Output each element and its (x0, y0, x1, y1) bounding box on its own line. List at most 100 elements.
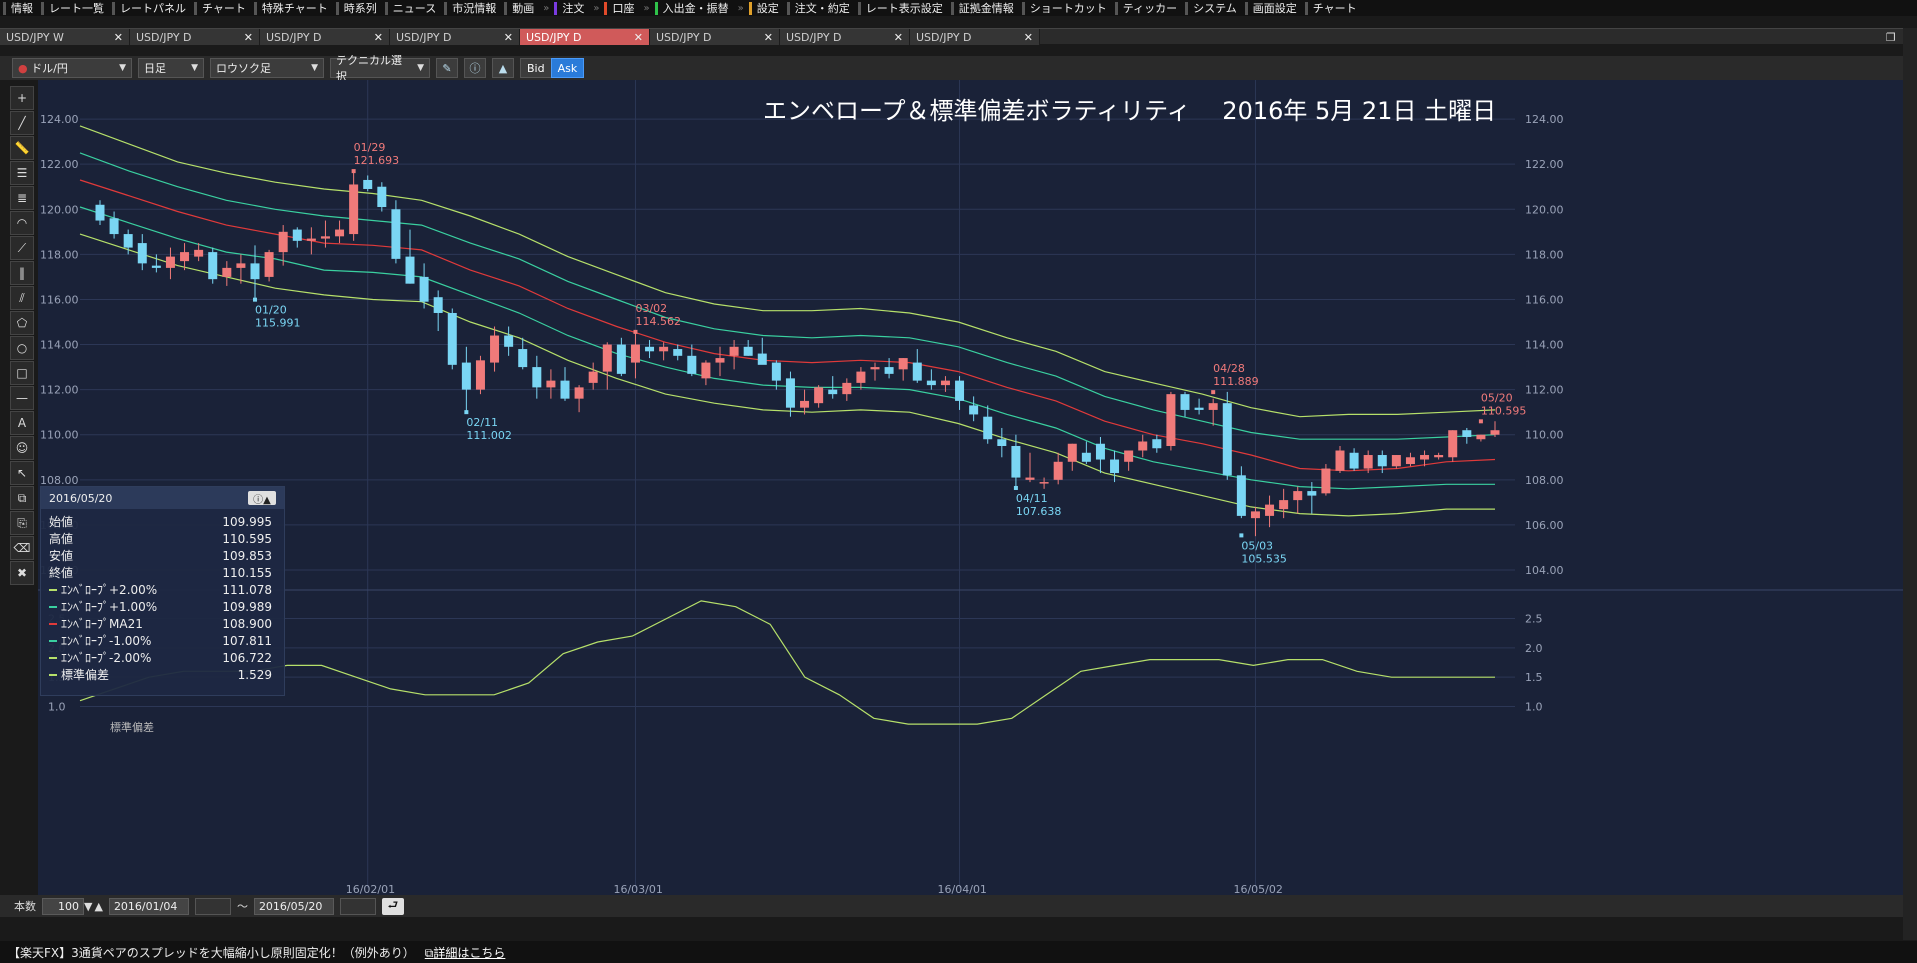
circle-tool[interactable]: ○ (10, 336, 34, 360)
chart-tab[interactable]: USD/JPY D ✕ (260, 29, 390, 45)
from-date-input[interactable]: 2016/01/04 (108, 897, 189, 915)
tab-close-icon[interactable]: ✕ (244, 31, 253, 44)
menu-item[interactable]: 注文 (551, 0, 589, 16)
count-down-icon[interactable]: ▼ (84, 900, 92, 913)
chart-tab[interactable]: USD/JPY D ✕ (390, 29, 520, 45)
menu-label: 市況情報 (452, 2, 497, 15)
copy-tool[interactable]: ⧉ (10, 486, 34, 510)
tab-close-icon[interactable]: ✕ (114, 31, 123, 44)
menu-item[interactable]: 画面設定 (1242, 0, 1302, 16)
hline-tool[interactable]: ☰ (10, 161, 34, 185)
icon-tool[interactable]: ☺ (10, 436, 34, 460)
candle-body (645, 346, 655, 352)
count-label: 本数 (14, 900, 36, 913)
tab-close-icon[interactable]: ✕ (1024, 31, 1033, 44)
candle-body (814, 387, 824, 404)
menu-item[interactable]: 口座 (601, 0, 639, 16)
crosshair-tool[interactable]: + (10, 86, 34, 110)
menu-item[interactable]: 設定 (746, 0, 784, 16)
annotation-date: 01/20 (255, 304, 287, 317)
channel-tool[interactable]: ⫽ (10, 286, 34, 310)
y-tick-label-right: 124.00 (1525, 113, 1564, 126)
pointer-tool[interactable]: ↖ (10, 461, 34, 485)
rectangle-tool[interactable]: □ (10, 361, 34, 385)
menu-item[interactable]: レートパネル (109, 0, 191, 16)
to-time-input[interactable] (339, 897, 376, 915)
pen-tool-button[interactable]: ✎ (436, 58, 458, 78)
to-date-input[interactable]: 2016/05/20 (253, 897, 334, 915)
menu-item[interactable]: レート表示設定 (855, 0, 948, 16)
candle-body (1279, 500, 1289, 510)
legend-line (49, 622, 57, 625)
bid-button[interactable]: Bid (520, 58, 552, 78)
menu-item[interactable]: チャート (1302, 0, 1362, 16)
menu-item[interactable]: チャート (191, 0, 251, 16)
tab-close-icon[interactable]: ✕ (504, 31, 513, 44)
menu-marker (444, 1, 448, 15)
menu-item[interactable]: 入出金・振替 (652, 0, 734, 16)
trendline-tool[interactable]: ╱ (10, 111, 34, 135)
circle-icon: ○ (16, 341, 28, 355)
menu-item[interactable]: 時系列 (333, 0, 382, 16)
text-tool[interactable]: A (10, 411, 34, 435)
candle-body (715, 358, 725, 363)
fibonacci-tool[interactable]: ≣ (10, 186, 34, 210)
menu-marker (654, 1, 658, 15)
apply-range-button[interactable]: ⮐ (381, 897, 404, 915)
vertical-scrollbar[interactable] (1903, 28, 1917, 940)
chart-style-button[interactable]: ▲ (492, 58, 514, 78)
info-button[interactable]: ⓘ (464, 58, 486, 78)
menu-item[interactable]: ニュース (382, 0, 441, 16)
details-link[interactable]: ⧉詳細はこちら (425, 944, 506, 961)
info-row: 始値 109.995 (41, 513, 284, 530)
menu-item[interactable]: システム (1182, 0, 1242, 16)
y-tick-label-right: 120.00 (1525, 203, 1564, 216)
info-toggle-button[interactable]: ⓘ▲ (248, 491, 276, 506)
chart-tab[interactable]: USD/JPY D ✕ (780, 29, 910, 45)
clear-tool[interactable]: ✖ (10, 561, 34, 585)
count-input[interactable]: 100 (42, 897, 84, 915)
menu-item[interactable]: ティッカー (1112, 0, 1182, 16)
count-up-icon[interactable]: ▲ (94, 900, 102, 913)
technical-select[interactable]: テクニカル選択 ▼ (330, 54, 430, 83)
menu-item[interactable]: 市況情報 (441, 0, 501, 16)
chart-tab[interactable]: USD/JPY W ✕ (0, 29, 130, 45)
tab-close-icon[interactable]: ✕ (764, 31, 773, 44)
tab-label: USD/JPY D (656, 30, 712, 44)
vlines-tool[interactable]: ‖ (10, 261, 34, 285)
menu-item[interactable]: レート一覧 (38, 0, 109, 16)
menu-item[interactable]: 特殊チャート (251, 0, 333, 16)
ask-button[interactable]: Ask (550, 58, 585, 78)
currency-pair-select[interactable]: ● ドル/円 ▼ (12, 58, 132, 78)
period-select[interactable]: 日足 ▼ (138, 58, 204, 78)
candle-body (109, 218, 119, 235)
range-bar: 本数 100 ▼ ▲ 2016/01/04 〜 2016/05/20 ⮐ (0, 895, 1917, 917)
menu-item[interactable]: 証拠金情報 (948, 0, 1019, 16)
annotation-marker (1211, 390, 1216, 395)
chart-tab[interactable]: USD/JPY D ✕ (650, 29, 780, 45)
paste-tool[interactable]: ⎘ (10, 511, 34, 535)
menu-marker (41, 1, 44, 15)
menu-item[interactable]: 注文・約定 (784, 0, 855, 16)
dash-tool[interactable]: — (10, 386, 34, 410)
tab-close-icon[interactable]: ✕ (634, 31, 643, 44)
fan-tool[interactable]: ⟋ (10, 236, 34, 260)
chart-tab[interactable]: USD/JPY D ✕ (910, 29, 1040, 45)
arc-tool[interactable]: ◠ (10, 211, 34, 235)
chart-tab[interactable]: USD/JPY D ✕ (130, 29, 260, 45)
chart-area[interactable]: 126.00 126.00 124.00 124.00 122.00 122.00 120.… (38, 68, 1917, 896)
menu-item[interactable]: ショートカット (1019, 0, 1112, 16)
restore-icon[interactable]: ❐ (1886, 31, 1896, 44)
menu-item[interactable]: 情報 (0, 0, 38, 16)
ruler-tool[interactable]: 📏 (10, 136, 34, 160)
info-row: 標準偏差 1.529 (41, 666, 284, 683)
eraser-tool[interactable]: ⌫ (10, 536, 34, 560)
pentagon-tool[interactable]: ⬠ (10, 311, 34, 335)
price-chart-svg[interactable]: 126.00 126.00 124.00 124.00 122.00 122.00 120.… (38, 68, 1917, 896)
chart-type-select[interactable]: ロウソク足 ▼ (210, 58, 324, 78)
chart-tab[interactable]: USD/JPY D ✕ (520, 29, 650, 45)
tab-close-icon[interactable]: ✕ (374, 31, 383, 44)
from-time-input[interactable] (194, 897, 231, 915)
menu-item[interactable]: 動画 (501, 0, 539, 16)
tab-close-icon[interactable]: ✕ (894, 31, 903, 44)
